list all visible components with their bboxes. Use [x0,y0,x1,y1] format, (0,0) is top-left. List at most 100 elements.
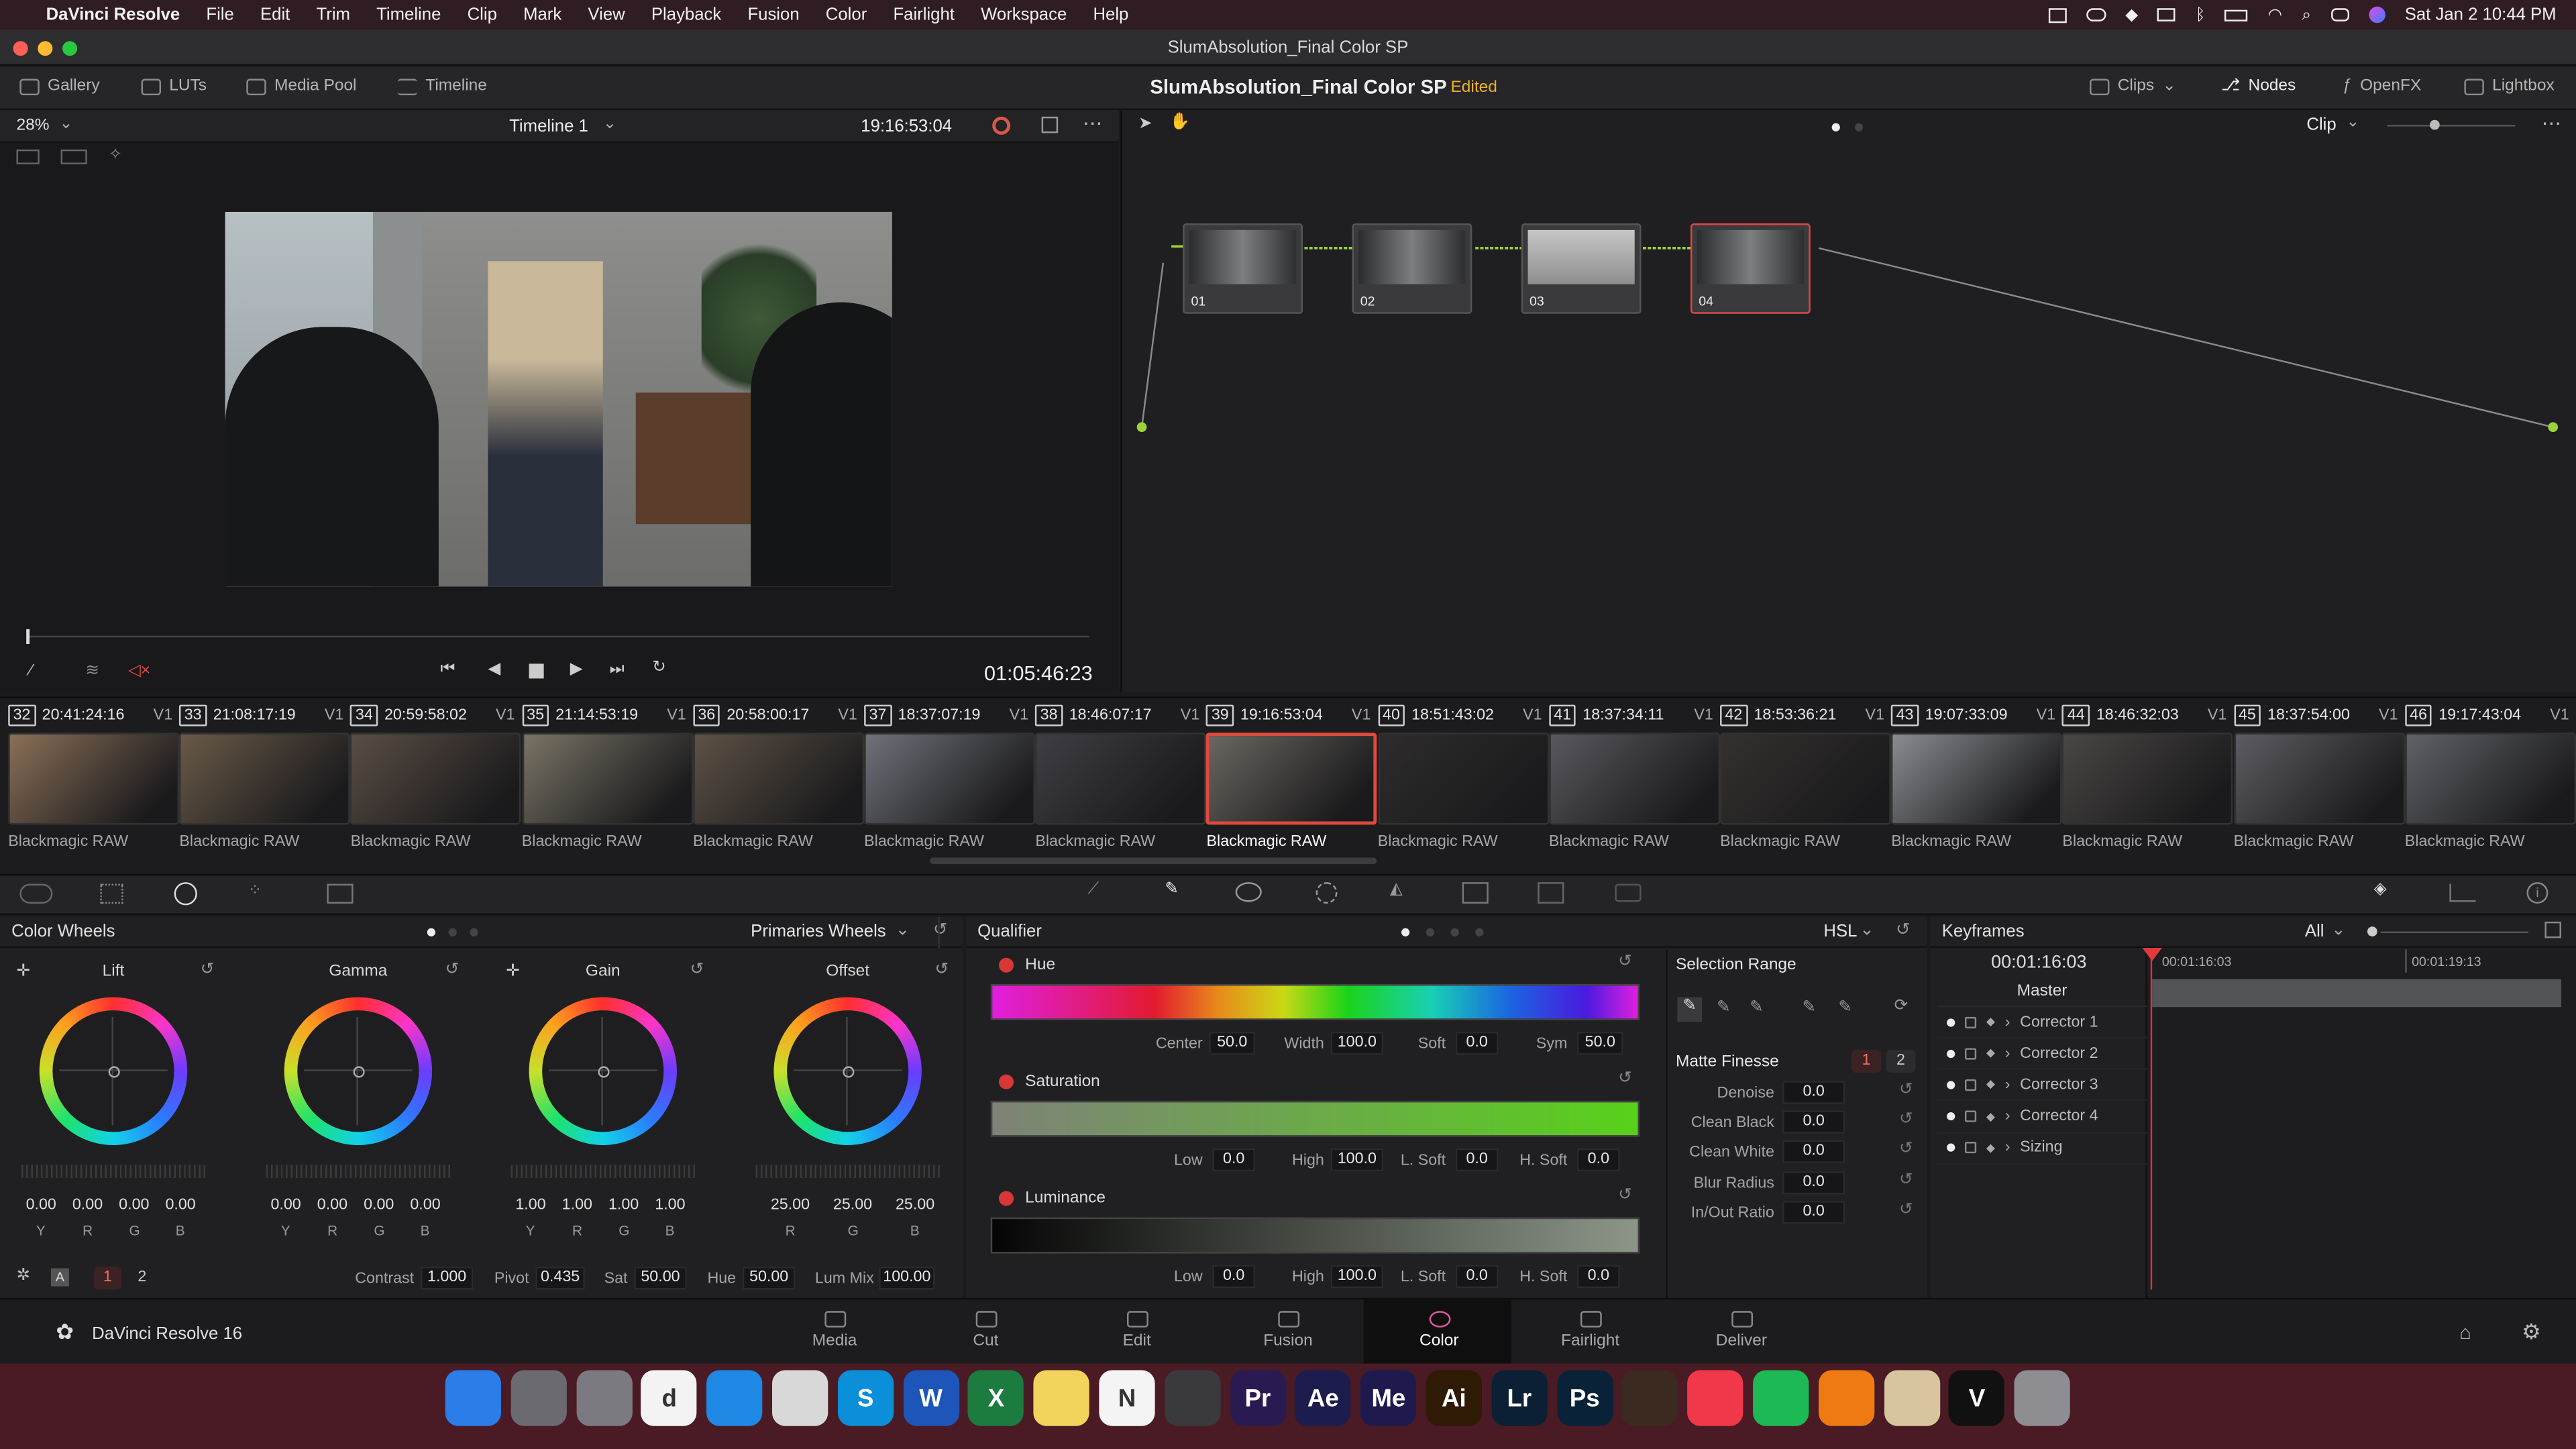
hdr-wheels-icon[interactable]: ⁘ [248,882,262,900]
finesse-reset-icon[interactable]: ↺ [1899,1141,1913,1159]
siri-icon[interactable] [2368,6,2385,23]
expand-chevron-icon[interactable]: › [2005,1139,2010,1157]
gamma-value-g[interactable]: 0.00 [359,1194,398,1217]
offset-master-slider[interactable] [755,1165,940,1178]
keyframe-zoom-handle[interactable] [2367,926,2377,936]
expand-chevron-icon[interactable]: › [2005,1044,2010,1063]
menu-fairlight[interactable]: Fairlight [893,5,954,24]
clip-thumbnail[interactable]: 40 18:51:43:02 V1 Blackmagic RAW [1377,702,1549,851]
clip-thumbnail[interactable]: 37 18:37:07:19 V1 Blackmagic RAW [864,702,1035,851]
gain-value-r[interactable]: 1.00 [557,1194,597,1217]
illustrator-icon[interactable]: Ai [1426,1370,1482,1426]
gamma-value-b[interactable]: 0.00 [406,1194,445,1217]
feather-minus-icon[interactable]: ✎ [1803,999,1817,1017]
color-picker-icon[interactable]: ⁄ [30,662,32,680]
menu-view[interactable]: View [588,5,625,24]
saturation-reset-icon[interactable]: ↺ [1618,1069,1632,1087]
qualifier-icon[interactable]: ✎ [1165,881,1179,899]
lift-master-slider[interactable] [21,1165,206,1178]
bluetooth-icon[interactable]: ᛒ [2196,6,2206,24]
mute-icon[interactable]: ◁× [128,662,150,680]
finesse-page-2-button[interactable]: 2 [1886,1049,1916,1073]
excel-icon[interactable]: X [968,1370,1024,1426]
expand-chevron-icon[interactable]: › [2005,1108,2010,1126]
finder-icon[interactable] [445,1370,501,1426]
photoshop-icon[interactable]: Ps [1556,1370,1613,1426]
home-icon[interactable]: ⌂ [2459,1321,2471,1344]
qualifier-page-dot[interactable] [1475,928,1484,936]
clips-button[interactable]: Clips ⌄ [2090,77,2176,95]
skype-icon[interactable]: S [837,1370,894,1426]
lift-value-r[interactable]: 0.00 [68,1194,107,1217]
gain-reset-icon[interactable]: ↺ [690,961,704,979]
offset-wheel-puck[interactable] [843,1066,855,1078]
keyframe-row[interactable]: ◆ › Corrector 2 [1937,1038,2147,1070]
picker-tool-icon[interactable]: ✎ [1677,997,1703,1022]
filter-chevron-icon[interactable]: ⌄ [2331,920,2346,939]
page-fusion[interactable]: Fusion [1239,1311,1338,1350]
playhead-marker-icon[interactable] [2142,948,2162,961]
gain-value-g[interactable]: 1.00 [604,1194,643,1217]
expand-chevron-icon[interactable]: › [2005,1013,2010,1031]
color-gamut-icon[interactable] [992,116,1011,135]
finesse-field[interactable]: 0.0 [1782,1110,1845,1134]
app-menu[interactable]: DaVinci Resolve [46,5,180,24]
music-icon[interactable] [1687,1370,1743,1426]
finesse-field[interactable]: 0.0 [1782,1140,1845,1164]
close-icon[interactable] [13,41,28,56]
vectorworks-icon[interactable]: V [1949,1370,2005,1426]
gain-color-wheel[interactable] [529,997,677,1145]
premiere-icon[interactable]: Pr [1230,1370,1286,1426]
grid-icon[interactable] [2048,7,2067,23]
gamma-color-wheel[interactable] [284,997,433,1145]
settings-gear-icon[interactable]: ⚙ [2522,1320,2541,1346]
hue-sym-field[interactable]: 50.0 [1577,1031,1623,1055]
wifi-icon[interactable]: ◠ [2268,6,2282,24]
reset-all-icon[interactable]: ↺ [933,920,948,939]
lum-mix-field[interactable]: 100.00 [879,1267,935,1290]
keyframe-zoom-slider[interactable] [2380,931,2528,934]
lock-icon[interactable] [1964,1110,1977,1122]
gamma-wheel-puck[interactable] [353,1066,365,1078]
clip-thumbnail[interactable]: 41 18:37:34:11 V1 Blackmagic RAW [1548,702,1720,851]
gamma-value-r[interactable]: 0.00 [313,1194,352,1217]
luminance-reset-icon[interactable]: ↺ [1618,1186,1632,1204]
source-timecode[interactable]: 19:16:53:04 [861,117,952,136]
offset-reset-icon[interactable]: ↺ [934,961,949,979]
3d-icon[interactable] [1615,883,1642,902]
jump-start-icon[interactable]: ⏮ [440,660,455,678]
menu-timeline[interactable]: Timeline [376,5,441,24]
media-pool-button[interactable]: Media Pool [246,77,357,95]
pivot-field[interactable]: 0.435 [535,1267,585,1290]
finesse-field[interactable]: 0.0 [1782,1171,1845,1194]
chrome-icon[interactable] [772,1370,828,1426]
page-media[interactable]: Media [786,1311,884,1350]
wheel-mode-selector[interactable]: Primaries Wheels [751,922,886,941]
qualifier-reset-icon[interactable]: ↺ [1896,920,1911,939]
lock-icon[interactable] [1964,1047,1977,1059]
zoom-level[interactable]: 28% [16,117,49,135]
color-match-icon[interactable] [100,883,123,904]
control-center-icon[interactable] [2330,8,2349,21]
clip-thumbnail[interactable]: 42 18:53:36:21 V1 Blackmagic RAW [1720,702,1891,851]
vlc-icon[interactable] [1818,1370,1874,1426]
page-color[interactable]: Color [1390,1311,1489,1350]
node-03[interactable]: 03 [1521,223,1642,314]
zoom-icon[interactable] [62,41,78,56]
garageband-icon[interactable] [1622,1370,1678,1426]
hue-soft-field[interactable]: 0.0 [1455,1031,1499,1055]
tracker-icon[interactable] [1316,882,1338,904]
master-row[interactable]: Master [1937,976,2147,1008]
page-fairlight[interactable]: Fairlight [1541,1311,1640,1350]
split-view-icon[interactable] [60,149,87,164]
node-04[interactable]: 04 [1690,223,1811,314]
gamma-value-y[interactable]: 0.00 [266,1194,306,1217]
minimize-icon[interactable] [38,41,53,56]
hue-enable-icon[interactable] [998,957,1014,973]
lift-wheel-puck[interactable] [108,1066,120,1078]
gamma-reset-icon[interactable]: ↺ [445,961,460,979]
qualifier-page-dot[interactable] [1426,928,1434,936]
expand-chevron-icon[interactable]: › [2005,1076,2010,1094]
menu-clip[interactable]: Clip [468,5,497,24]
lift-reset-icon[interactable]: ↺ [201,961,215,979]
